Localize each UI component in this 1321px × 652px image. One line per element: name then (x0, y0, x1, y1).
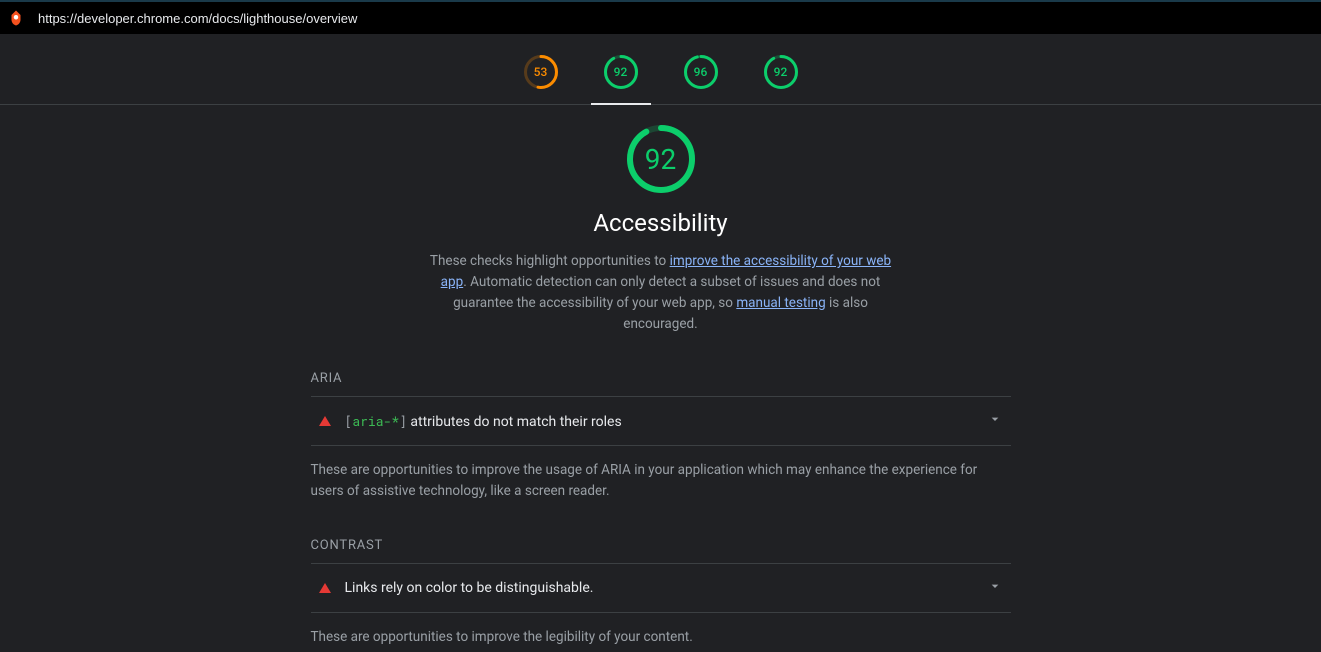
group-heading: CONTRAST (311, 538, 384, 553)
group-header: ARIA (311, 371, 1011, 396)
group-description: These are opportunities to improve the l… (311, 627, 1011, 648)
audit-aria-attributes[interactable]: [aria-*] attributes do not match their r… (311, 396, 1011, 446)
gauge-score: 53 (534, 65, 548, 79)
chevron-down-icon (987, 578, 1003, 598)
audit-title: Links rely on color to be distinguishabl… (345, 580, 594, 596)
gauge-seo[interactable]: 92 (763, 54, 799, 90)
browser-address-bar (0, 0, 1321, 34)
gauge-score: 92 (774, 65, 788, 79)
gauge-score: 96 (694, 65, 708, 79)
gauge-performance[interactable]: 53 (523, 54, 559, 90)
audit-link-color[interactable]: Links rely on color to be distinguishabl… (311, 563, 1011, 613)
group-heading: ARIA (311, 371, 343, 386)
audit-title: [aria-*] attributes do not match their r… (345, 412, 622, 430)
chevron-down-icon (987, 411, 1003, 431)
site-icon (6, 8, 26, 28)
category-gauge: 92 Accessibility These checks highlight … (311, 115, 1011, 335)
gauge-score: 92 (614, 65, 628, 79)
category-title: Accessibility (593, 209, 727, 237)
gauge-best-practices[interactable]: 96 (683, 54, 719, 90)
lighthouse-report: 53 92 96 92 (0, 34, 1321, 652)
big-gauge: 92 (625, 123, 697, 195)
big-gauge-score: 92 (645, 143, 676, 176)
score-gauges-row: 53 92 96 92 (0, 34, 1321, 105)
group-header: CONTRAST (311, 538, 1011, 563)
manual-testing-link[interactable]: manual testing (736, 295, 825, 311)
group-description: These are opportunities to improve the u… (311, 460, 1011, 502)
group-contrast: CONTRAST Links rely on color to be disti… (311, 538, 1011, 648)
group-aria: ARIA [aria-*] attributes do not match th… (311, 371, 1011, 502)
category-description: These checks highlight opportunities to … (421, 251, 901, 335)
category-panel: 92 Accessibility These checks highlight … (311, 105, 1011, 652)
url-input[interactable] (32, 7, 1315, 30)
desc-text: These checks highlight opportunities to (430, 253, 670, 269)
fail-triangle-icon (319, 583, 331, 593)
fail-triangle-icon (319, 416, 331, 426)
gauge-accessibility[interactable]: 92 (603, 54, 639, 90)
code-snippet: [aria-*] (345, 412, 407, 430)
